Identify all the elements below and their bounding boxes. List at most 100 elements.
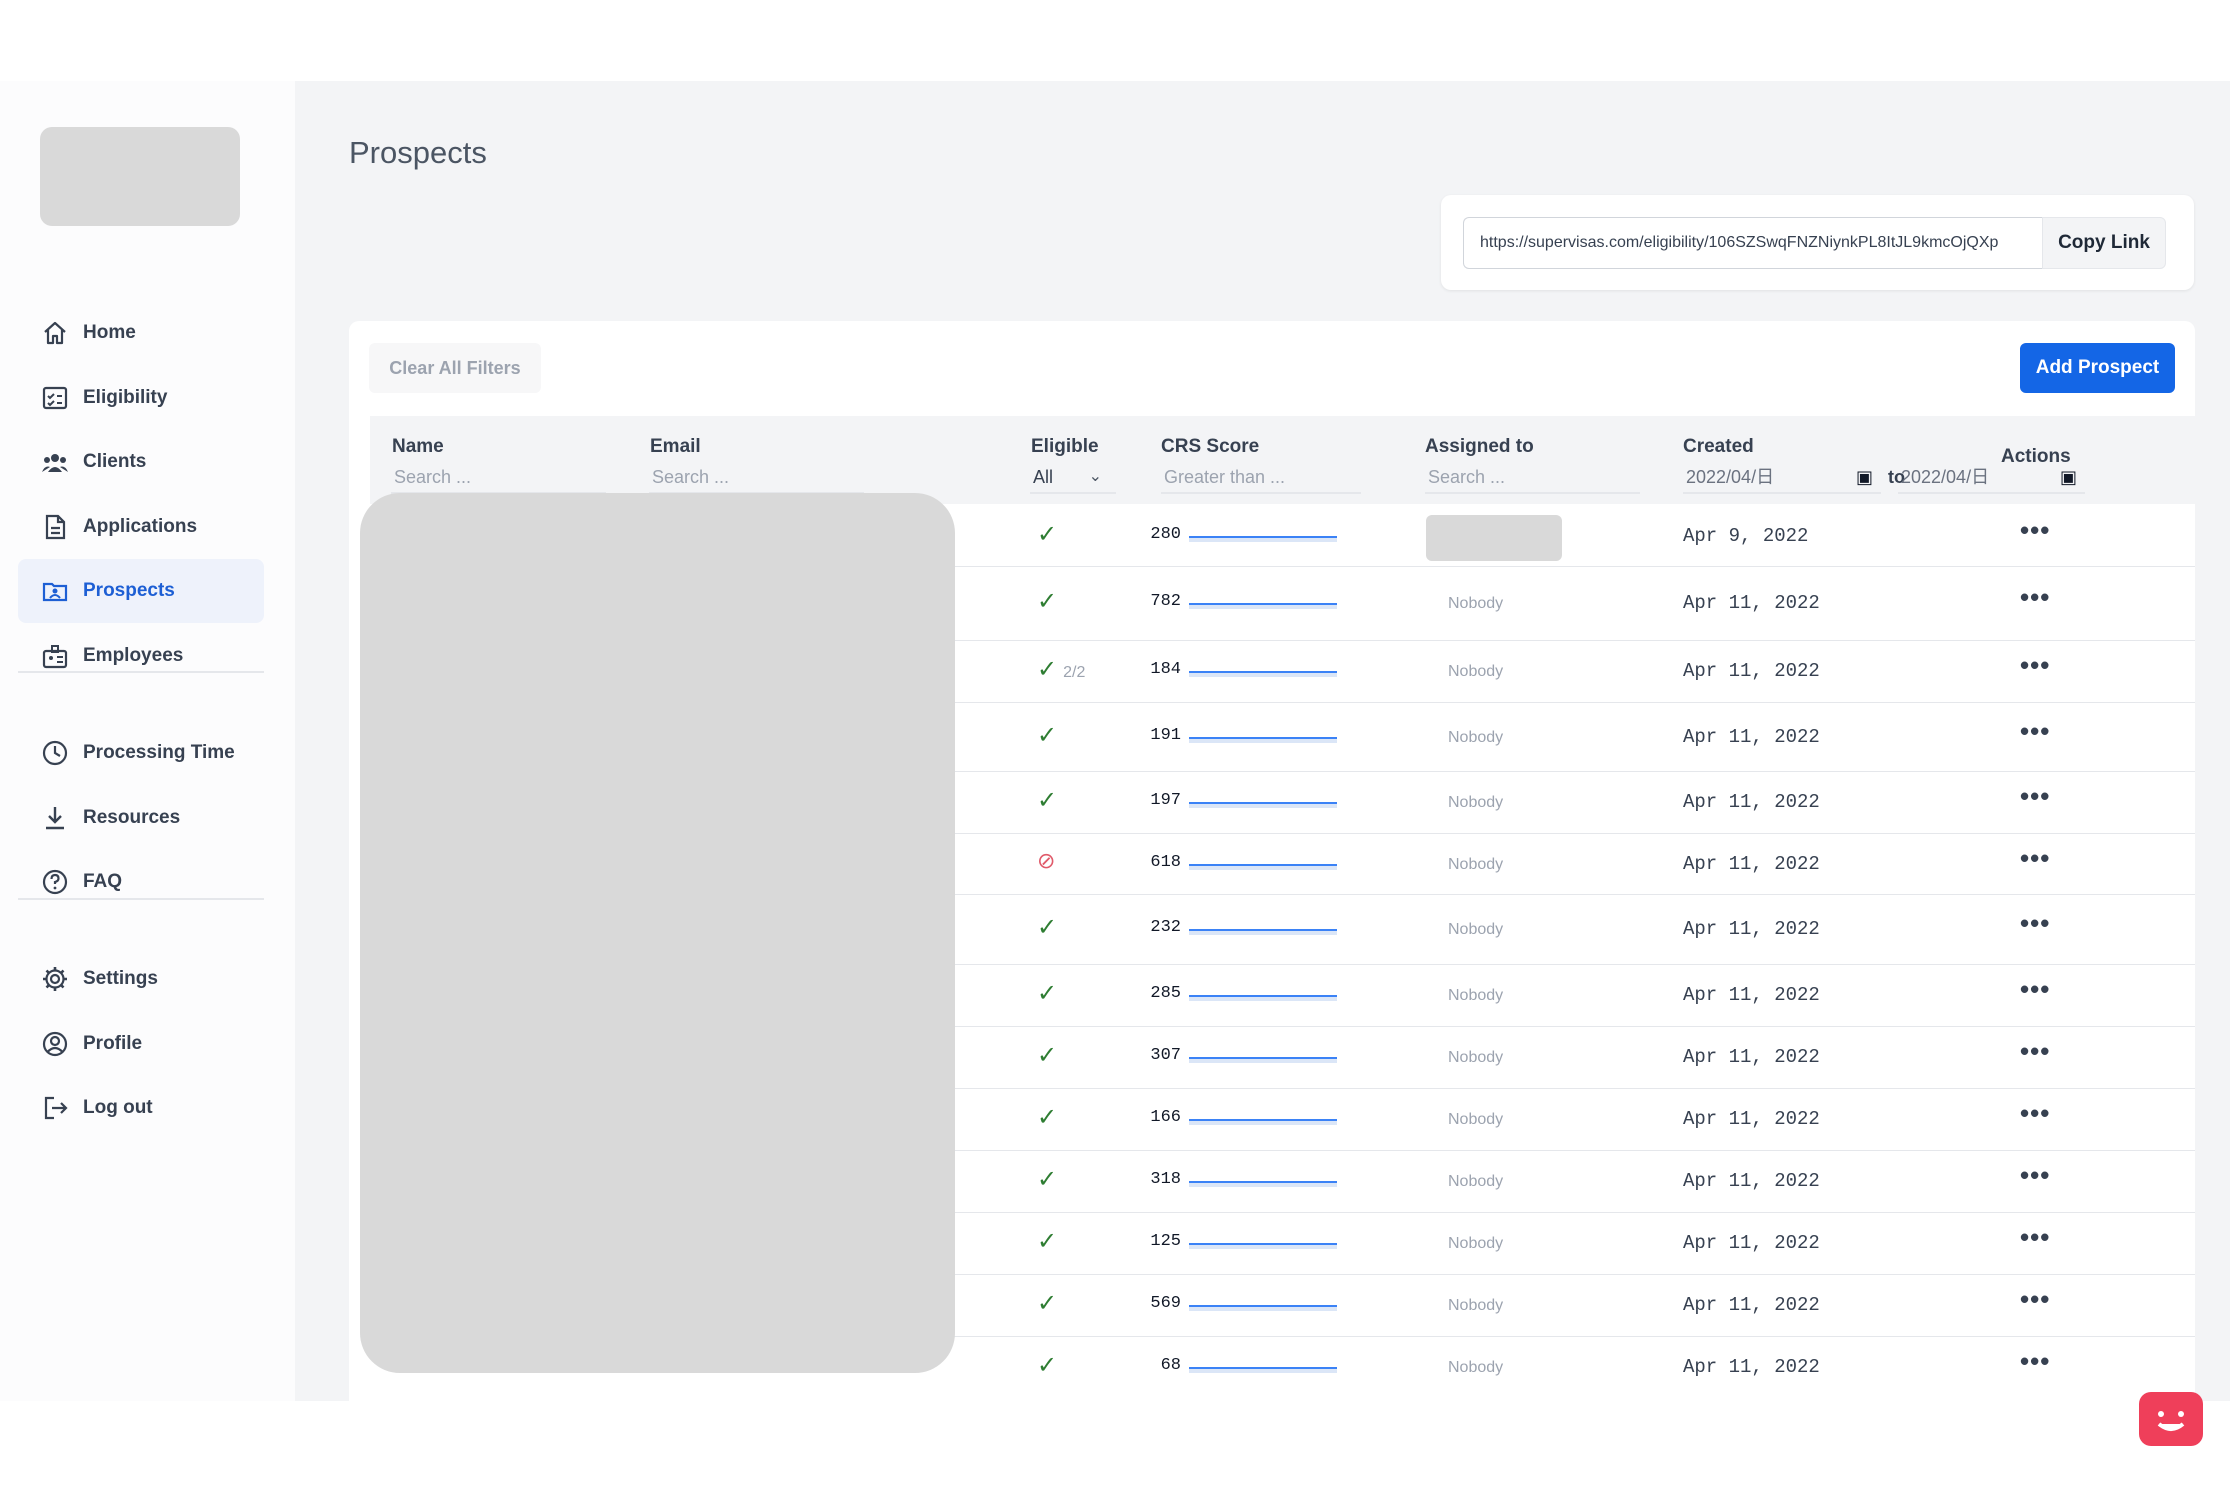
row-actions-button[interactable]: •••: [2020, 1036, 2050, 1067]
assigned-to-value[interactable]: Nobody: [1448, 1235, 1503, 1253]
assigned-to-value[interactable]: Nobody: [1448, 794, 1503, 812]
crs-score-bar: [1189, 536, 1337, 542]
sidebar-item-processing-time[interactable]: Processing Time: [18, 721, 264, 785]
assigned-to-value[interactable]: Nobody: [1448, 1049, 1503, 1067]
assigned-to-value[interactable]: Nobody: [1448, 1173, 1503, 1191]
app-window: Home Eligibility Clients Applications Prospe…: [0, 81, 2230, 1446]
eligible-check-icon: ✓: [1037, 1352, 1058, 1379]
share-link-input[interactable]: https://supervisas.com/eligibility/106SZ…: [1463, 217, 2043, 269]
eligible-check-icon: ✓: [1037, 521, 1058, 548]
header-eligible: Eligible: [1031, 436, 1099, 457]
created-date: Apr 11, 2022: [1683, 1046, 1820, 1068]
row-actions-button[interactable]: •••: [2020, 843, 2050, 874]
assigned-to-value[interactable]: Nobody: [1448, 1359, 1503, 1377]
eligible-filter-select[interactable]: All ⌄: [1030, 462, 1116, 494]
row-actions-button[interactable]: •••: [2020, 974, 2050, 1005]
crs-score-bar: [1189, 671, 1337, 677]
assigned-to-value[interactable]: Nobody: [1448, 663, 1503, 681]
crs-score-bar: [1189, 863, 1337, 870]
row-actions-button[interactable]: •••: [2020, 781, 2050, 812]
sidebar-item-log-out[interactable]: Log out: [18, 1076, 264, 1140]
share-link-panel: https://supervisas.com/eligibility/106SZ…: [1441, 195, 2194, 290]
question-icon: [40, 867, 70, 897]
eligible-check-icon: ✓: [1037, 1290, 1058, 1317]
sidebar-item-label: Profile: [83, 1032, 143, 1054]
sidebar-item-applications[interactable]: Applications: [18, 495, 264, 559]
checklist-icon: [40, 383, 70, 413]
created-from-date-input[interactable]: 2022/04/日 ▣: [1683, 462, 1881, 494]
created-date: Apr 11, 2022: [1683, 1232, 1820, 1254]
created-date: Apr 11, 2022: [1683, 1356, 1820, 1378]
crs-score-bar: [1189, 802, 1337, 808]
eligible-check-icon: ✓: [1037, 980, 1058, 1007]
sidebar-item-clients[interactable]: Clients: [18, 430, 264, 494]
eligible-check-icon: ✓: [1037, 1104, 1058, 1131]
created-date: Apr 11, 2022: [1683, 984, 1820, 1006]
copy-link-button[interactable]: Copy Link: [2042, 217, 2166, 269]
user-circle-icon: [40, 1029, 70, 1059]
assigned-to-value[interactable]: Nobody: [1448, 921, 1503, 939]
logout-icon: [40, 1093, 70, 1123]
row-actions-button[interactable]: •••: [2020, 515, 2050, 546]
crs-score-value: 318: [1150, 1170, 1181, 1189]
row-actions-button[interactable]: •••: [2020, 1284, 2050, 1315]
eligible-check-icon: ✓: [1037, 721, 1058, 749]
sidebar-item-home[interactable]: Home: [18, 301, 264, 365]
assigned-to-value[interactable]: Nobody: [1448, 729, 1503, 747]
sidebar-item-prospects[interactable]: Prospects: [18, 559, 264, 623]
row-actions-button[interactable]: •••: [2020, 908, 2050, 939]
sidebar-item-label: Eligibility: [83, 386, 168, 408]
assigned-to-value[interactable]: Nobody: [1448, 856, 1503, 874]
row-actions-button[interactable]: •••: [2020, 1346, 2050, 1377]
assigned-to-value[interactable]: Nobody: [1448, 1297, 1503, 1315]
sidebar-divider: [18, 898, 264, 900]
row-actions-button[interactable]: •••: [2020, 1098, 2050, 1129]
assigned-to-value[interactable]: Nobody: [1448, 1111, 1503, 1129]
chat-widget-button[interactable]: [2139, 1392, 2203, 1446]
sidebar-item-label: Prospects: [83, 580, 175, 601]
crs-score-value: 166: [1150, 1108, 1181, 1127]
ineligible-icon: ⊘: [1037, 847, 1056, 873]
calendar-icon[interactable]: ▣: [1856, 462, 1873, 492]
name-filter-input[interactable]: Search ...: [391, 462, 606, 494]
header-name: Name: [392, 436, 444, 457]
created-date: Apr 11, 2022: [1683, 852, 1820, 875]
prospects-table-card: Clear All Filters Add Prospect Name Emai…: [349, 321, 2195, 1401]
eligible-check-icon: ✓: [1037, 914, 1058, 941]
assigned-to-value[interactable]: Nobody: [1448, 595, 1503, 613]
crs-score-value: 232: [1150, 918, 1181, 937]
row-actions-button[interactable]: •••: [2020, 716, 2050, 747]
sidebar-item-eligibility[interactable]: Eligibility: [18, 366, 264, 430]
created-from-value: 2022/04/日: [1686, 467, 1775, 487]
row-actions-button[interactable]: •••: [2020, 582, 2050, 613]
sidebar-item-label: Home: [83, 322, 136, 343]
crs-filter-input[interactable]: Greater than ...: [1161, 462, 1361, 494]
crs-score-bar: [1189, 995, 1337, 1001]
add-prospect-button[interactable]: Add Prospect: [2020, 343, 2175, 393]
created-date: Apr 11, 2022: [1683, 1170, 1820, 1192]
assigned-filter-input[interactable]: Search ...: [1425, 462, 1640, 494]
sidebar-item-settings[interactable]: Settings: [18, 947, 264, 1011]
sidebar-item-faq[interactable]: FAQ: [18, 850, 264, 914]
header-created: Created: [1683, 436, 1754, 457]
created-to-date-input[interactable]: 2022/04/日 ▣: [1898, 462, 2085, 494]
eligible-check-icon: ✓: [1037, 1166, 1058, 1193]
sidebar-item-label: Employees: [83, 644, 184, 666]
clear-filters-button[interactable]: Clear All Filters: [369, 343, 541, 393]
row-actions-button[interactable]: •••: [2020, 1222, 2050, 1253]
document-icon: [40, 512, 70, 542]
crs-score-value: 280: [1150, 525, 1181, 544]
assigned-to-value[interactable]: Nobody: [1448, 987, 1503, 1005]
crs-score-bar: [1189, 1367, 1337, 1373]
row-actions-button[interactable]: •••: [2020, 650, 2050, 681]
sidebar-item-profile[interactable]: Profile: [18, 1012, 264, 1076]
created-to-value: 2022/04/日: [1901, 467, 1990, 487]
calendar-icon[interactable]: ▣: [2060, 462, 2077, 492]
eligible-check-icon: ✓: [1037, 588, 1058, 615]
clock-icon: [40, 738, 70, 768]
email-filter-input[interactable]: Search ...: [649, 462, 864, 494]
row-actions-button[interactable]: •••: [2020, 1160, 2050, 1191]
sidebar-divider: [18, 671, 264, 673]
sidebar-item-resources[interactable]: Resources: [18, 786, 264, 850]
sidebar-item-employees[interactable]: Employees: [18, 624, 264, 688]
